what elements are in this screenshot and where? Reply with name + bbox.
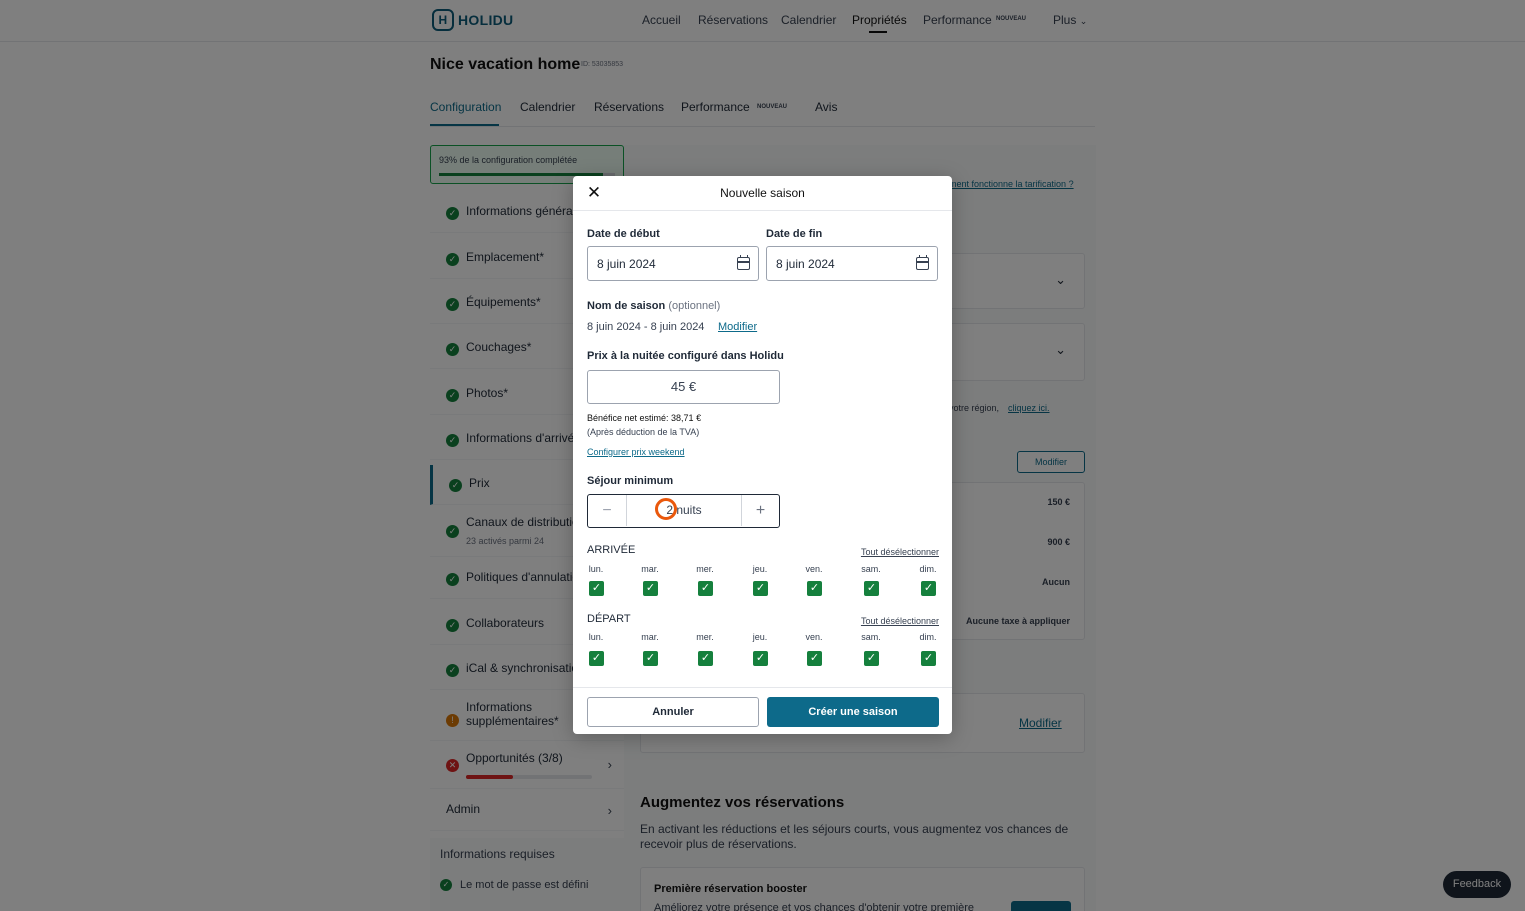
arrival-day-label: ven.	[805, 564, 823, 574]
min-stay-label: Séjour minimum	[587, 475, 674, 487]
departure-day-label: mar.	[641, 632, 659, 642]
departure-checkbox[interactable]: ✓	[921, 651, 936, 666]
departure-checkbox[interactable]: ✓	[807, 651, 822, 666]
decrement-button[interactable]: −	[588, 495, 627, 526]
arrival-day-label: mar.	[641, 564, 659, 574]
start-date-field[interactable]: 8 juin 2024	[587, 246, 759, 281]
net-profit: Bénéfice net estimé: 38,71 €	[587, 413, 702, 423]
arrival-day-label: mer.	[696, 564, 714, 574]
departure-deselect-all[interactable]: Tout désélectionner	[861, 616, 939, 626]
price-label: Prix à la nuitée configuré dans Holidu	[587, 350, 784, 362]
departure-label: DÉPART	[587, 613, 631, 625]
arrival-label: ARRIVÉE	[587, 544, 636, 556]
arrival-checkbox[interactable]: ✓	[807, 581, 822, 596]
departure-day-label: mer.	[696, 632, 714, 642]
season-name-modify-link[interactable]: Modifier	[718, 321, 757, 333]
arrival-checkbox[interactable]: ✓	[698, 581, 713, 596]
end-date-value: 8 juin 2024	[776, 257, 835, 271]
arrival-checkbox[interactable]: ✓	[921, 581, 936, 596]
season-name-label: Nom de saison (optionnel)	[587, 300, 720, 312]
min-stay-value[interactable]: 2 nuits	[627, 503, 741, 517]
cancel-button[interactable]: Annuler	[587, 697, 759, 727]
arrival-deselect-all[interactable]: Tout désélectionner	[861, 547, 939, 557]
start-date-value: 8 juin 2024	[597, 257, 656, 271]
optional-tag: (optionnel)	[668, 300, 721, 312]
calendar-icon[interactable]	[916, 255, 929, 270]
end-date-label: Date de fin	[766, 228, 823, 240]
modal-title: Nouvelle saison	[720, 186, 805, 200]
arrival-day-label: lun.	[588, 564, 604, 574]
arrival-checkbox[interactable]: ✓	[643, 581, 658, 596]
calendar-icon[interactable]	[737, 255, 750, 270]
vat-note: (Après déduction de la TVA)	[587, 427, 700, 437]
weekend-price-link[interactable]: Configurer prix weekend	[587, 447, 685, 457]
arrival-checkbox[interactable]: ✓	[864, 581, 879, 596]
arrival-day-label: sam.	[861, 564, 881, 574]
start-date-label: Date de début	[587, 228, 660, 240]
departure-checkbox[interactable]: ✓	[864, 651, 879, 666]
departure-day-label: sam.	[861, 632, 881, 642]
price-input[interactable]: 45 €	[587, 370, 780, 404]
departure-checkbox[interactable]: ✓	[589, 651, 604, 666]
min-stay-stepper: − 2 nuits +	[587, 494, 780, 528]
end-date-field[interactable]: 8 juin 2024	[766, 246, 938, 281]
new-season-modal: ✕ Nouvelle saison Date de début Date de …	[573, 176, 952, 734]
departure-checkbox[interactable]: ✓	[698, 651, 713, 666]
season-name-label-text: Nom de saison	[587, 300, 666, 312]
create-season-button[interactable]: Créer une saison	[767, 697, 939, 727]
departure-day-label: lun.	[588, 632, 604, 642]
click-indicator	[655, 498, 677, 520]
departure-checkbox[interactable]: ✓	[753, 651, 768, 666]
increment-button[interactable]: +	[741, 495, 779, 526]
departure-day-label: jeu.	[752, 632, 768, 642]
arrival-day-label: dim.	[919, 564, 937, 574]
departure-day-label: ven.	[805, 632, 823, 642]
arrival-day-label: jeu.	[752, 564, 768, 574]
season-name-value: 8 juin 2024 - 8 juin 2024	[587, 321, 705, 333]
arrival-checkbox[interactable]: ✓	[589, 581, 604, 596]
arrival-checkbox[interactable]: ✓	[753, 581, 768, 596]
departure-day-label: dim.	[919, 632, 937, 642]
departure-checkbox[interactable]: ✓	[643, 651, 658, 666]
modal-header: ✕ Nouvelle saison	[573, 176, 952, 211]
